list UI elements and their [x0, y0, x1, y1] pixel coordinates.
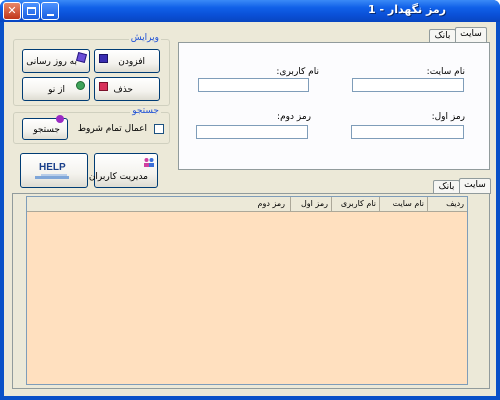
users-button[interactable]: مدیریت کاربران — [89, 153, 158, 188]
maximize-button[interactable] — [22, 2, 40, 20]
refresh-icon — [76, 81, 85, 90]
minimize-button[interactable] — [41, 2, 59, 20]
column-header-row[interactable]: ردیف — [427, 197, 467, 212]
passwords-table[interactable]: ردیف نام سایت نام کاربری رمز اول رمز دوم — [26, 196, 468, 385]
edit-groupbox: ویرایش افزودن به روز رسانی حذف از نو — [13, 33, 170, 106]
column-header-site[interactable]: نام سایت — [379, 197, 427, 212]
help-button[interactable]: HELP — [20, 153, 88, 188]
column-header-username[interactable]: نام کاربری — [331, 197, 379, 212]
search-button-label: جستجو — [33, 125, 60, 135]
apply-all-label: اعمال تمام شروط — [77, 124, 147, 134]
window-title: رمز نگهدار - 1 — [368, 3, 446, 16]
search-icon — [56, 115, 64, 123]
title-bar[interactable]: ✕ رمز نگهدار - 1 — [0, 0, 500, 22]
table-header: ردیف نام سایت نام کاربری رمز اول رمز دوم — [27, 197, 467, 212]
username-label: نام کاربری: — [276, 67, 319, 77]
apply-all-checkbox[interactable] — [154, 124, 164, 134]
delete-button[interactable]: حذف — [94, 77, 160, 101]
tab-site-top[interactable]: سایت — [455, 27, 487, 43]
delete-icon — [99, 82, 108, 91]
tab-site-top-label: سایت — [460, 29, 482, 39]
search-button[interactable]: جستجو — [22, 115, 68, 140]
password1-field[interactable] — [351, 125, 464, 139]
add-button-label: افزودن — [118, 57, 145, 67]
username-field[interactable] — [198, 78, 309, 92]
add-icon — [99, 54, 108, 63]
site-name-label: نام سایت: — [426, 67, 465, 77]
site-name-field[interactable] — [352, 78, 464, 92]
update-button[interactable]: به روز رسانی — [22, 49, 90, 73]
search-groupbox: جستجو جستجو اعمال تمام شروط — [13, 106, 170, 144]
column-header-password2[interactable]: رمز دوم — [27, 197, 290, 212]
new-button[interactable]: از نو — [22, 77, 90, 101]
password1-label: رمز اول: — [431, 112, 465, 122]
update-button-label: به روز رسانی — [26, 57, 77, 67]
app-window: ✕ رمز نگهدار - 1 ویرایش افزودن به روز رس… — [0, 0, 500, 400]
update-icon — [75, 51, 88, 64]
tab-bank-top-label: بانک — [434, 31, 451, 41]
delete-button-label: حذف — [113, 85, 133, 95]
tab-bank-bottom[interactable]: بانک — [433, 180, 460, 194]
tab-bank-top[interactable]: بانک — [429, 29, 456, 43]
add-button[interactable]: افزودن — [94, 49, 160, 73]
tab-site-bottom-label: سایت — [464, 180, 486, 190]
users-icon — [143, 157, 155, 167]
client-area: ویرایش افزودن به روز رسانی حذف از نو جست… — [4, 22, 496, 396]
close-icon: ✕ — [7, 4, 17, 17]
edit-group-title: ویرایش — [128, 33, 161, 43]
tab-site-bottom[interactable]: سایت — [459, 178, 491, 194]
help-label: HELP — [39, 162, 66, 173]
password2-field[interactable] — [196, 125, 308, 139]
close-button[interactable]: ✕ — [3, 2, 21, 20]
password2-label: رمز دوم: — [277, 112, 311, 122]
search-group-title: جستجو — [130, 106, 161, 116]
new-button-label: از نو — [48, 85, 65, 95]
top-tab-panel: نام سایت: نام کاربری: رمز اول: رمز دوم: — [178, 42, 490, 170]
minimize-icon — [46, 14, 54, 16]
tab-bank-bottom-label: بانک — [438, 182, 455, 192]
maximize-icon — [26, 7, 36, 15]
column-header-password1[interactable]: رمز اول — [290, 197, 331, 212]
users-button-label: مدیریت کاربران — [88, 172, 148, 182]
